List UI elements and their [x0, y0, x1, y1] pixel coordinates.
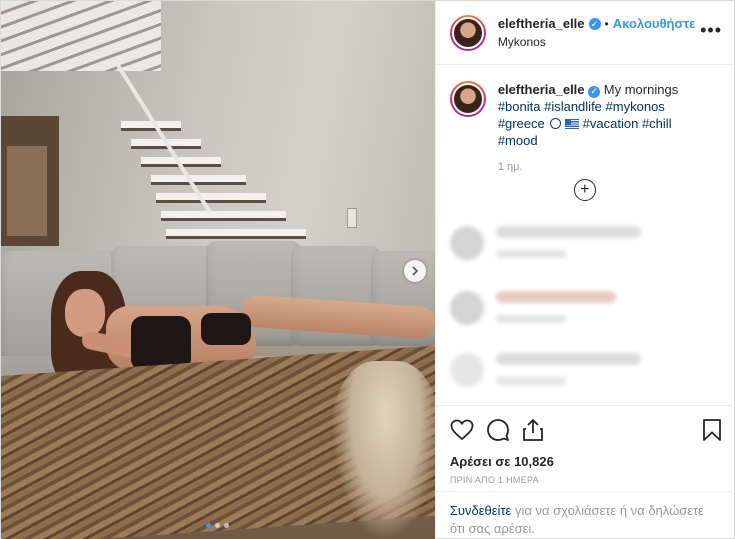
verified-badge-icon: ✓: [588, 85, 601, 98]
hashtag-link[interactable]: #chill: [642, 116, 672, 131]
hashtag-link[interactable]: #mood: [498, 133, 538, 148]
follow-button[interactable]: Ακολουθήστε: [613, 15, 696, 33]
chevron-right-icon: [412, 266, 419, 276]
post-actions: Αρέσει σε 10,826 ΠΡΙΝ ΑΠΟ 1 ΗΜΕΡΑ: [435, 405, 735, 485]
hashtag-link[interactable]: #islandlife: [544, 99, 602, 114]
hashtag-link[interactable]: #mykonos: [606, 99, 665, 114]
avatar[interactable]: [449, 81, 486, 117]
login-link[interactable]: Συνδεθείτε: [450, 503, 512, 518]
post-side-panel: eleftheria_elle ✓ • Ακολουθήστε Mykonos …: [434, 1, 735, 539]
instagram-post: eleftheria_elle ✓ • Ακολουθήστε Mykonos …: [0, 0, 735, 539]
post-photo[interactable]: [1, 1, 435, 539]
header-username[interactable]: eleftheria_elle: [498, 15, 585, 33]
header-separator: •: [604, 16, 609, 31]
photo-stairs: [111, 111, 311, 251]
circle-emoji-icon: [550, 118, 562, 129]
blurred-comment: [449, 226, 641, 270]
post-caption: eleftheria_elle ✓ My mornings #bonita #i…: [436, 65, 734, 149]
post-timestamp: ΠΡΙΝ ΑΠΟ 1 ΗΜΕΡΑ: [449, 475, 539, 485]
hashtag-link[interactable]: #bonita: [498, 99, 541, 114]
share-icon[interactable]: [522, 418, 544, 442]
hashtag-link[interactable]: #vacation: [583, 116, 639, 131]
post-header: eleftheria_elle ✓ • Ακολουθήστε Mykonos …: [435, 1, 734, 65]
login-prompt: Συνδεθείτε για να σχολιάσετε ή να δηλώσε…: [435, 491, 735, 539]
carousel-dot[interactable]: [215, 523, 220, 528]
plus-circle-icon[interactable]: +: [573, 179, 596, 201]
avatar[interactable]: [449, 14, 486, 51]
photo-doorway: [1, 116, 59, 246]
carousel-next-button[interactable]: [404, 260, 426, 282]
caption-text: My mornings: [603, 82, 679, 97]
photo-light-switch: [347, 208, 357, 228]
likes-count[interactable]: Αρέσει σε 10,826: [450, 454, 722, 469]
hashtag-link[interactable]: #greece: [498, 116, 545, 131]
verified-badge-icon: ✓: [588, 17, 601, 30]
more-options-icon[interactable]: •••: [700, 21, 722, 39]
comment-icon[interactable]: [486, 418, 510, 442]
blurred-comment: [449, 291, 616, 335]
photo-ceiling-beams: [1, 1, 161, 71]
photo-driftwood: [331, 361, 435, 539]
carousel-dot[interactable]: [224, 523, 229, 528]
carousel-dot[interactable]: [206, 523, 211, 528]
greek-flag-icon: [565, 119, 580, 129]
heart-icon[interactable]: [450, 419, 474, 441]
carousel-dots: [206, 523, 229, 528]
caption-username[interactable]: eleftheria_elle: [498, 82, 585, 97]
location-link[interactable]: Mykonos: [498, 33, 695, 51]
caption-time: 1 ημ.: [497, 161, 523, 173]
blurred-comment: [449, 353, 641, 397]
bookmark-icon[interactable]: [702, 418, 722, 442]
